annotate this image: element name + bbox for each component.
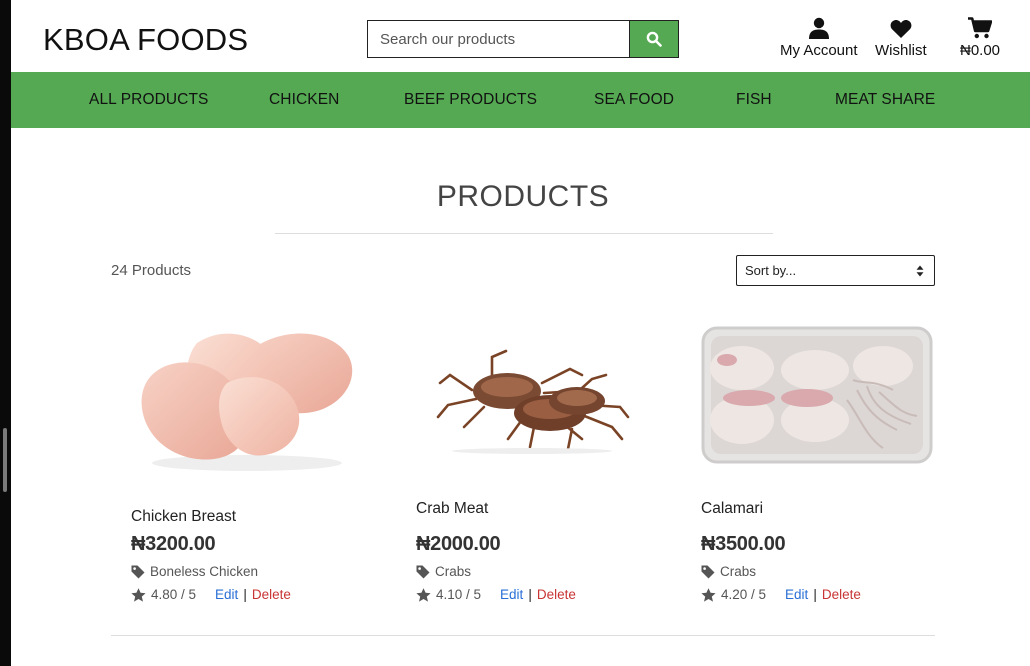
tag-icon	[131, 565, 145, 578]
page-title: PRODUCTS	[436, 180, 610, 213]
edit-link[interactable]: Edit	[500, 587, 523, 602]
my-account-label: My Account	[780, 42, 858, 59]
cart-total: ₦0.00	[960, 42, 1001, 59]
product-card: Calamari ₦3500.00 Crabs 4.20 / 5 Edit | …	[687, 310, 947, 602]
product-price: ₦2000.00	[416, 533, 501, 555]
title-divider	[275, 233, 773, 234]
product-image-crab-meat[interactable]	[402, 310, 662, 480]
star-icon	[701, 587, 716, 602]
product-card: Chicken Breast ₦3200.00 Boneless Chicken…	[117, 310, 377, 602]
nav-all-products[interactable]: ALL PRODUCTS	[89, 91, 209, 109]
product-meta: 4.80 / 5 Edit | Delete	[131, 587, 291, 602]
product-category[interactable]: Boneless Chicken	[131, 564, 258, 579]
heart-icon	[890, 20, 912, 38]
my-account-link[interactable]: My Account	[780, 15, 858, 59]
nav-chicken[interactable]: CHICKEN	[269, 91, 339, 109]
link-separator: |	[813, 587, 817, 602]
product-price: ₦3500.00	[701, 533, 786, 555]
product-meta: 4.20 / 5 Edit | Delete	[701, 587, 861, 602]
page: KBOA FOODS My Account Wishlist	[11, 0, 1030, 666]
product-meta: 4.10 / 5 Edit | Delete	[416, 587, 576, 602]
brand-logo[interactable]: KBOA FOODS	[43, 22, 248, 58]
star-icon	[416, 587, 431, 602]
product-rating: 4.10 / 5	[436, 587, 482, 602]
product-image-chicken-breast[interactable]	[117, 310, 377, 480]
search-button[interactable]	[629, 20, 679, 58]
nav-fish[interactable]: FISH	[736, 91, 772, 109]
link-separator: |	[243, 587, 247, 602]
delete-link[interactable]: Delete	[252, 587, 291, 602]
category-label: Boneless Chicken	[150, 564, 259, 579]
nav-sea-food[interactable]: SEA FOOD	[594, 91, 674, 109]
nav-meat-share[interactable]: MEAT SHARE	[835, 91, 935, 109]
product-category[interactable]: Crabs	[701, 564, 756, 579]
cart-icon	[968, 17, 993, 39]
search-input[interactable]	[367, 20, 629, 58]
cart-link[interactable]: ₦0.00	[960, 15, 1000, 59]
search-icon	[646, 31, 662, 47]
product-rating: 4.20 / 5	[721, 587, 767, 602]
category-label: Crabs	[435, 564, 472, 579]
delete-link[interactable]: Delete	[822, 587, 861, 602]
category-label: Crabs	[720, 564, 757, 579]
wishlist-label: Wishlist	[875, 42, 927, 59]
wishlist-link[interactable]: Wishlist	[875, 15, 927, 59]
product-image-calamari[interactable]	[687, 310, 947, 480]
edit-link[interactable]: Edit	[785, 587, 808, 602]
product-name[interactable]: Calamari	[701, 500, 763, 518]
product-card: Crab Meat ₦2000.00 Crabs 4.10 / 5 Edit |…	[402, 310, 662, 602]
search-form	[367, 20, 679, 58]
resize-grip[interactable]	[3, 428, 7, 492]
sort-arrows-icon	[916, 265, 924, 276]
delete-link[interactable]: Delete	[537, 587, 576, 602]
product-rating: 4.80 / 5	[151, 587, 197, 602]
edit-link[interactable]: Edit	[215, 587, 238, 602]
sort-selected: Sort by...	[745, 263, 797, 278]
nav-beef-products[interactable]: BEEF PRODUCTS	[404, 91, 537, 109]
product-name[interactable]: Crab Meat	[416, 500, 488, 518]
product-name[interactable]: Chicken Breast	[131, 508, 236, 526]
tag-icon	[701, 565, 715, 578]
user-icon	[808, 17, 829, 39]
category-nav: ALL PRODUCTS CHICKEN BEEF PRODUCTS SEA F…	[11, 72, 1030, 128]
product-count: 24 Products	[111, 262, 192, 279]
product-category[interactable]: Crabs	[416, 564, 471, 579]
sort-select[interactable]: Sort by...	[736, 255, 935, 286]
product-price: ₦3200.00	[131, 533, 216, 555]
left-window-edge	[0, 0, 11, 666]
link-separator: |	[528, 587, 532, 602]
section-divider	[111, 635, 935, 636]
star-icon	[131, 587, 146, 602]
tag-icon	[416, 565, 430, 578]
